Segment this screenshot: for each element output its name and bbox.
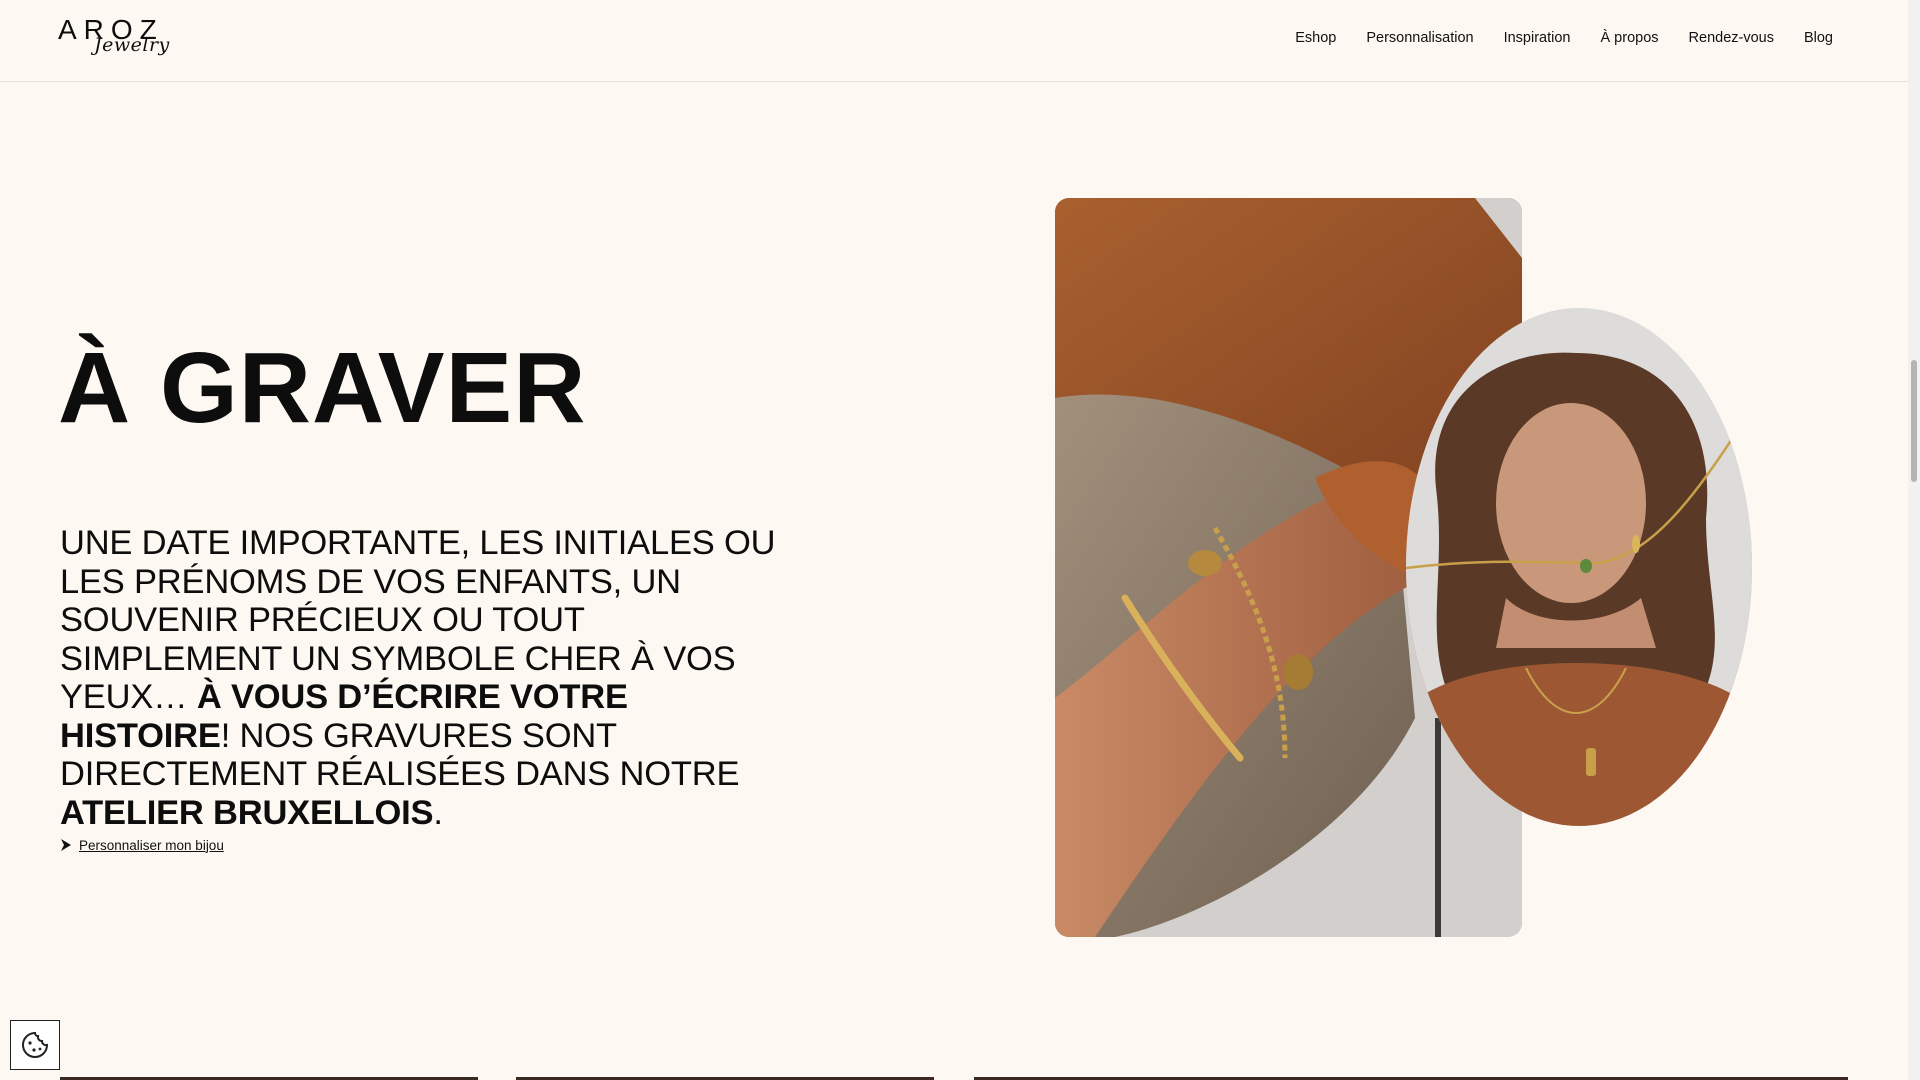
personalize-link-label: Personnaliser mon bijou <box>79 837 224 853</box>
nav-a-propos[interactable]: À propos <box>1600 30 1658 46</box>
logo[interactable]: AROZ Jewelry <box>58 14 170 70</box>
diamond-arrow-icon <box>61 839 71 851</box>
cookie-icon <box>22 1031 49 1058</box>
main-nav: Eshop Personnalisation Inspiration À pro… <box>1265 30 1833 46</box>
nav-blog[interactable]: Blog <box>1804 30 1833 46</box>
nav-inspiration[interactable]: Inspiration <box>1504 30 1571 46</box>
page-title: À GRAVER <box>58 332 587 444</box>
scrollbar[interactable] <box>1908 0 1920 1080</box>
cookie-settings-button[interactable] <box>10 1020 60 1070</box>
nav-personnalisation[interactable]: Personnalisation <box>1366 30 1473 46</box>
portrait-photo <box>1406 308 1752 826</box>
logo-script: Jewelry <box>94 34 170 56</box>
personalize-link[interactable]: Personnaliser mon bijou <box>60 837 224 853</box>
hero-description: Une date importante, les initiales ou le… <box>60 524 780 832</box>
nav-rendez-vous[interactable]: Rendez-vous <box>1689 30 1774 46</box>
scrollbar-thumb[interactable] <box>1911 360 1917 482</box>
nav-eshop[interactable]: Eshop <box>1295 30 1336 46</box>
desc-text-3: . <box>433 793 443 832</box>
site-header: AROZ Jewelry Eshop Personnalisation Insp… <box>0 0 1908 82</box>
desc-bold-2: atelier bruxellois <box>60 793 434 832</box>
portrait-photo-illustration <box>1406 308 1752 826</box>
